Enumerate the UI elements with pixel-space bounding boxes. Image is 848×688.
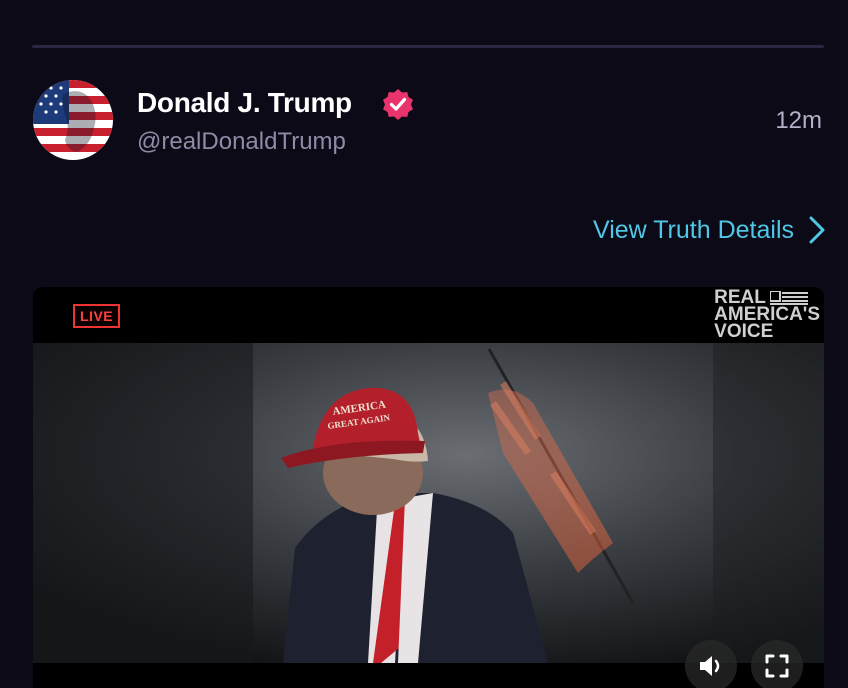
top-divider bbox=[32, 45, 824, 48]
real-americas-voice-logo: REAL AMERICA'S VOICE bbox=[714, 288, 820, 342]
video-top-bar bbox=[33, 287, 824, 343]
video-frame: AMERICA GREAT AGAIN bbox=[33, 343, 824, 663]
verified-badge-icon bbox=[383, 89, 413, 120]
fullscreen-button[interactable] bbox=[751, 640, 803, 688]
flag-icon bbox=[769, 290, 808, 305]
author-name[interactable]: Donald J. Trump bbox=[137, 87, 352, 119]
view-truth-details-link[interactable]: View Truth Details bbox=[593, 215, 826, 245]
author-handle[interactable]: @realDonaldTrump bbox=[137, 128, 346, 156]
logo-line-3: VOICE bbox=[714, 321, 774, 342]
post-timestamp: 12m bbox=[775, 107, 822, 134]
avatar[interactable] bbox=[33, 80, 113, 160]
flag-portrait-avatar bbox=[33, 80, 113, 160]
live-badge: LIVE bbox=[73, 304, 121, 328]
chevron-right-icon bbox=[809, 216, 825, 244]
view-truth-details-label: View Truth Details bbox=[592, 215, 794, 244]
sound-button[interactable] bbox=[685, 640, 737, 688]
speaker-icon bbox=[700, 656, 720, 676]
video-player[interactable]: LIVE REAL AMERICA'S VOICE AMERICA GREAT … bbox=[33, 287, 824, 688]
fullscreen-icon bbox=[765, 654, 789, 678]
